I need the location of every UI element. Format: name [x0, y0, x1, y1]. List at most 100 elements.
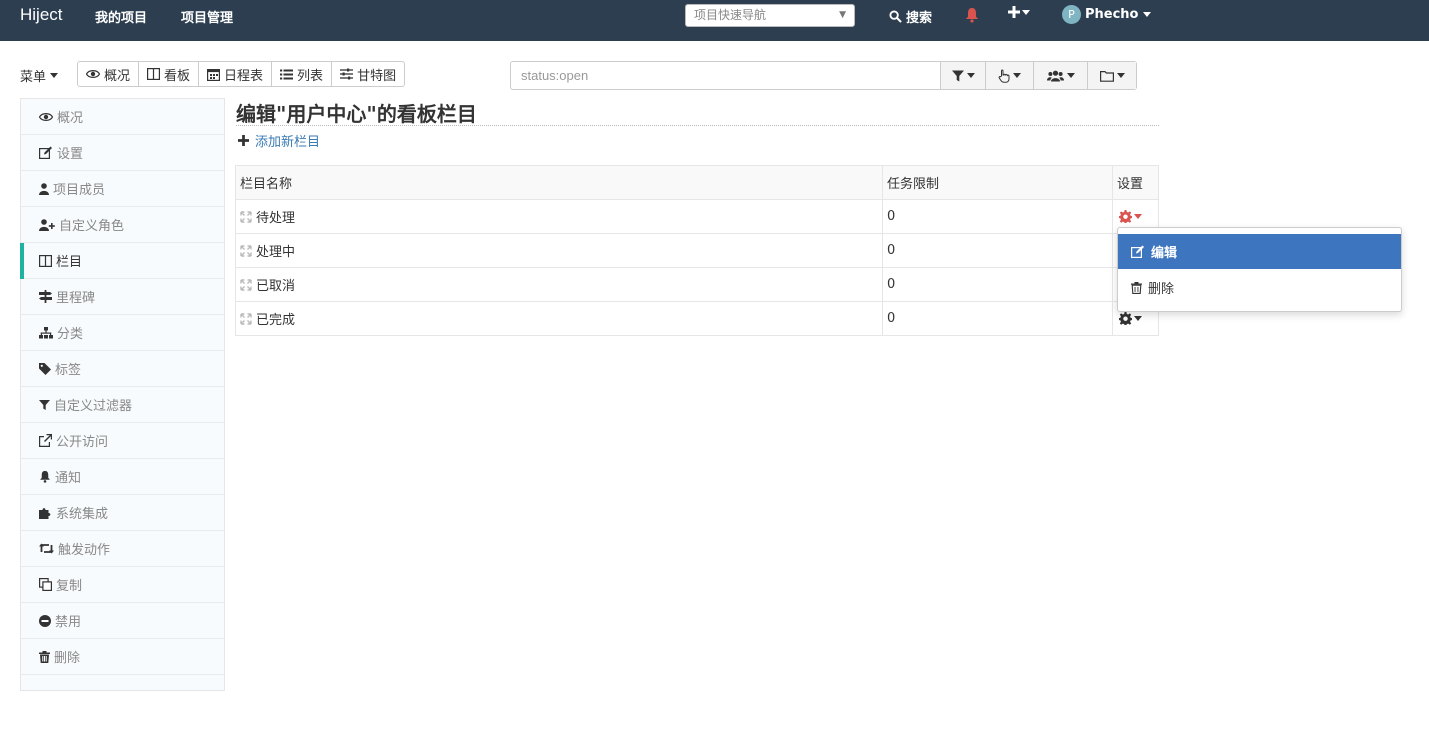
nav-project-management[interactable]: 项目管理 [181, 7, 233, 26]
sidebar-item-integrations[interactable]: 系统集成 [21, 495, 224, 531]
menu-dropdown-button[interactable]: 菜单 [20, 66, 59, 85]
sidebar-item-remove[interactable]: 删除 [21, 639, 224, 675]
drag-handle-icon[interactable] [240, 278, 252, 291]
sidebar-item-custom-filters[interactable]: 自定义过滤器 [21, 387, 224, 423]
columns-icon [147, 68, 161, 80]
sidebar-item-members[interactable]: 项目成员 [21, 171, 224, 207]
view-list-button[interactable]: 列表 [272, 62, 333, 86]
column-name-cell: 待处理 [235, 199, 883, 234]
caret-down-icon [966, 73, 975, 78]
column-name-cell: 处理中 [235, 233, 883, 268]
filter-icon [951, 70, 964, 81]
plus-icon [238, 135, 249, 146]
view-overview-button[interactable]: 概况 [78, 62, 140, 86]
sidebar-item-label: 栏目 [56, 255, 83, 270]
bell-icon [40, 470, 50, 483]
filter-presets-button[interactable] [940, 62, 985, 89]
retweet-icon [39, 543, 54, 554]
avatar: P [1062, 5, 1081, 24]
view-list-label: 列表 [297, 68, 324, 84]
sidebar-item-columns[interactable]: 栏目 [20, 243, 224, 279]
sidebar-item-label: 公开访问 [56, 435, 109, 450]
user-name: Phecho [1085, 7, 1139, 22]
view-calendar-button[interactable]: 日程表 [199, 62, 273, 86]
users-filter-button[interactable] [1033, 62, 1087, 89]
sidebar-item-duplicate[interactable]: 复制 [21, 567, 224, 603]
quick-nav-placeholder: 项目快速导航 [694, 8, 767, 22]
dropdown-delete-item[interactable]: 删除 [1118, 270, 1401, 305]
dropdown-edit-item[interactable]: 编辑 [1118, 234, 1401, 269]
sidebar-item-public-access[interactable]: 公开访问 [21, 423, 224, 459]
edit-icon [39, 146, 52, 159]
table-row: 处理中 0 [235, 233, 1159, 268]
search-button[interactable]: 搜索 [889, 7, 932, 26]
project-quick-nav-select[interactable]: 项目快速导航 ▼ [685, 4, 855, 27]
project-settings-sidebar: 概况 设置 项目成员 自定义角色 栏目 里程碑 分类 标签 自定义过滤器 公开访… [20, 98, 225, 691]
column-name: 已取消 [256, 279, 296, 294]
sidebar-item-milestones[interactable]: 里程碑 [21, 279, 224, 315]
view-gantt-label: 甘特图 [357, 68, 397, 84]
table-row: 已取消 0 [235, 267, 1159, 302]
search-label: 搜索 [906, 11, 933, 26]
chevron-down-icon: ▼ [839, 10, 846, 20]
create-menu-button[interactable] [1008, 6, 1030, 18]
sidebar-item-label: 自定义角色 [59, 219, 125, 234]
task-limit-cell: 0 [882, 233, 1113, 268]
view-switcher: 概况 看板 日程表 列表 甘特图 [77, 61, 406, 87]
minus-circle-icon [39, 614, 51, 627]
add-column-label: 添加新栏目 [255, 135, 321, 150]
tag-icon [39, 362, 51, 375]
column-name-cell: 已取消 [235, 267, 883, 302]
sidebar-item-label: 概况 [57, 111, 84, 126]
caret-down-icon [1116, 73, 1125, 78]
sidebar-item-label: 禁用 [55, 615, 82, 630]
sidebar-item-automatic-actions[interactable]: 触发动作 [21, 531, 224, 567]
sidebar-item-settings[interactable]: 设置 [21, 135, 224, 171]
drag-handle-icon[interactable] [240, 312, 252, 325]
plus-icon [1008, 6, 1020, 18]
column-name-cell: 已完成 [235, 301, 883, 336]
list-icon [280, 69, 294, 79]
external-link-icon [39, 434, 52, 447]
view-gantt-button[interactable]: 甘特图 [332, 62, 404, 86]
custom-filters-button[interactable] [985, 62, 1033, 89]
column-settings-button[interactable] [1117, 312, 1154, 325]
sidebar-item-categories[interactable]: 分类 [21, 315, 224, 351]
column-name: 已完成 [256, 313, 296, 328]
sidebar-item-label: 分类 [57, 327, 84, 342]
signs-icon [39, 290, 52, 303]
eye-icon [86, 70, 100, 78]
sidebar-item-label: 标签 [55, 363, 82, 378]
sidebar-item-notifications[interactable]: 通知 [21, 459, 224, 495]
view-board-label: 看板 [164, 68, 191, 84]
brand-logo[interactable]: Hiject [20, 5, 63, 25]
sidebar-item-label: 触发动作 [58, 543, 111, 558]
calendar-icon [207, 68, 221, 81]
user-menu-button[interactable]: P Phecho [1062, 5, 1151, 24]
view-board-button[interactable]: 看板 [139, 62, 200, 86]
caret-down-icon [50, 73, 59, 78]
caret-down-icon [1134, 316, 1142, 321]
sidebar-item-disable[interactable]: 禁用 [21, 603, 224, 639]
column-settings-button[interactable] [1117, 210, 1154, 223]
sidebar-item-custom-roles[interactable]: 自定义角色 [21, 207, 224, 243]
sidebar-item-label: 通知 [55, 471, 82, 486]
drag-handle-icon[interactable] [240, 244, 252, 257]
trash-icon [1131, 281, 1142, 294]
edit-icon [1131, 245, 1144, 258]
folder-icon [1099, 70, 1114, 82]
categories-filter-button[interactable] [1087, 62, 1136, 89]
trash-icon [39, 650, 50, 663]
caret-down-icon [1066, 73, 1075, 78]
sidebar-item-label: 自定义过滤器 [54, 399, 133, 414]
menu-label: 菜单 [20, 70, 47, 85]
sidebar-item-tags[interactable]: 标签 [21, 351, 224, 387]
notifications-button[interactable] [965, 7, 979, 27]
caret-down-icon [1022, 9, 1030, 15]
filter-input[interactable] [511, 62, 940, 89]
drag-handle-icon[interactable] [240, 210, 252, 223]
sidebar-item-label: 删除 [54, 651, 81, 666]
sidebar-item-overview[interactable]: 概况 [21, 99, 224, 135]
add-column-link[interactable]: 添加新栏目 [238, 131, 320, 150]
nav-my-projects[interactable]: 我的项目 [95, 7, 147, 26]
